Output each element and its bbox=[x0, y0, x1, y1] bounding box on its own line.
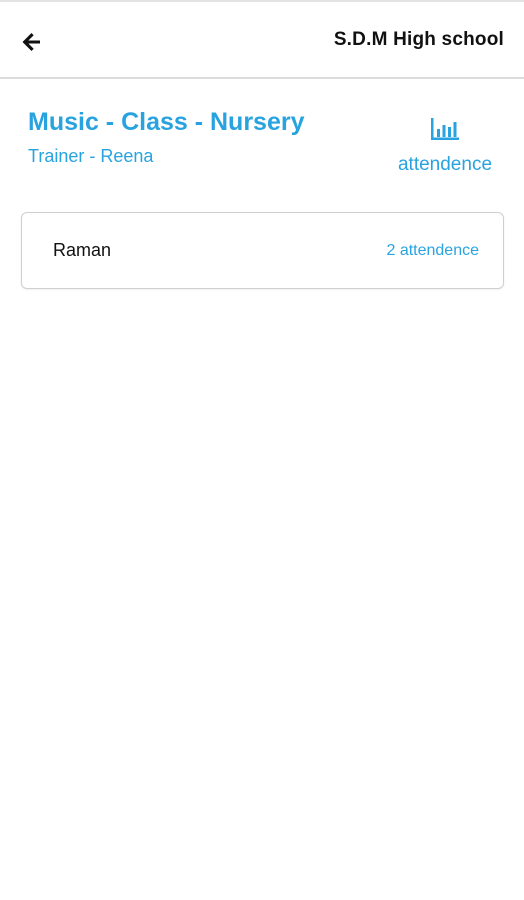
arrow-left-icon bbox=[22, 33, 40, 51]
school-name: S.D.M High school bbox=[333, 29, 504, 50]
app-screen: S.D.M High school Music - Class - Nurser… bbox=[0, 0, 524, 900]
attendance-label: attendence bbox=[397, 154, 493, 175]
attendance-button[interactable]: attendence bbox=[390, 116, 500, 176]
back-button[interactable] bbox=[14, 24, 50, 60]
student-list-item[interactable]: Raman 2 attendence bbox=[21, 212, 504, 289]
bar-chart-icon bbox=[431, 118, 459, 140]
student-name: Raman bbox=[53, 240, 112, 260]
student-attendance-count[interactable]: 2 attendence bbox=[386, 242, 479, 260]
app-bar: S.D.M High school bbox=[0, 2, 524, 79]
